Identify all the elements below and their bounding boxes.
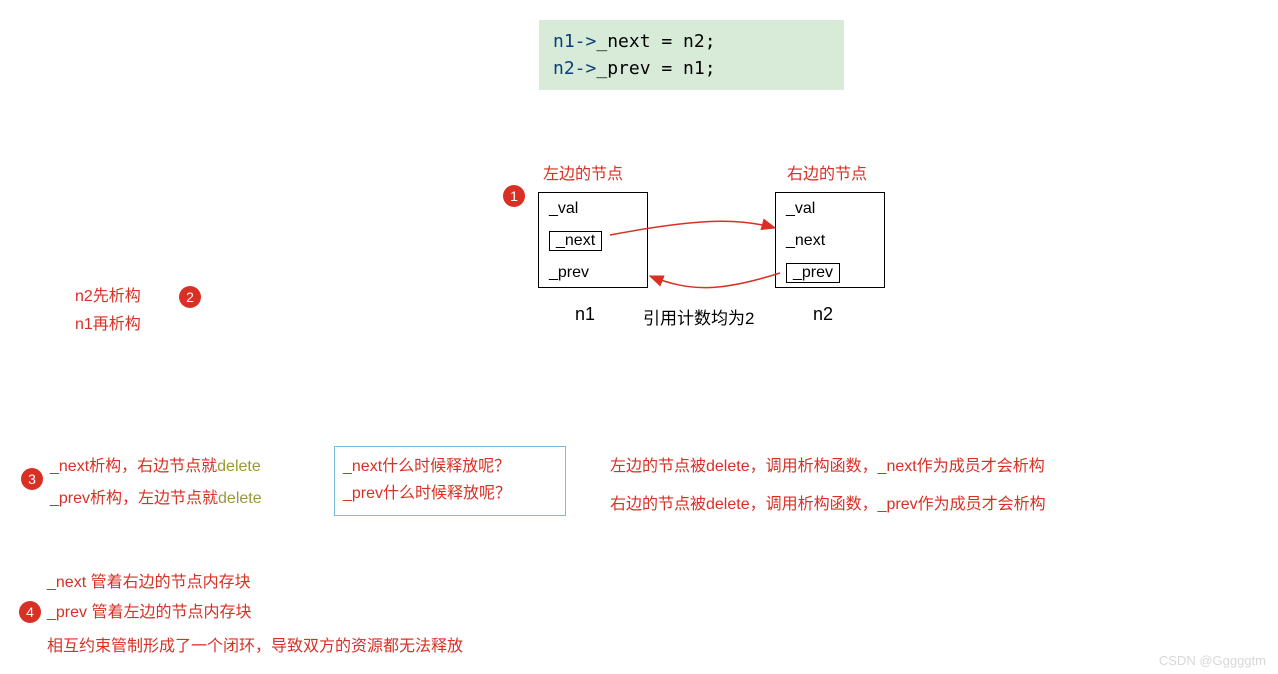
left-node-title: 左边的节点	[543, 160, 623, 184]
destruct-n2: n2先析构	[75, 282, 141, 306]
question-a: _next什么时候释放呢？	[343, 453, 557, 480]
n1-prev: _prev	[549, 264, 589, 282]
n2-prev: _prev	[786, 263, 840, 283]
watermark: CSDN @Gggggtm	[1159, 653, 1266, 668]
row3-right-b: 右边的节点被delete，调用析构函数，_prev作为成员才会析构	[610, 490, 1046, 514]
n1-val: _val	[549, 200, 578, 218]
node-n2: _val _next _prev	[775, 192, 885, 288]
n2-next: _next	[786, 232, 825, 250]
badge-3: 3	[21, 468, 43, 490]
code-snippet: n1->_next = n2; n2->_prev = n1;	[539, 20, 844, 90]
code-line1-b: _next = n2;	[596, 31, 715, 52]
code-line2-b: _prev = n1;	[596, 58, 715, 79]
n2-val: _val	[786, 200, 815, 218]
row3-left-a: _next析构，右边节点就delete	[50, 452, 261, 476]
badge-1: 1	[503, 185, 525, 207]
code-line1-a: n1->	[553, 31, 596, 52]
row4-b: _prev 管着左边的节点内存块	[47, 598, 251, 622]
label-n1: n1	[575, 304, 595, 325]
ref-count-label: 引用计数均为2	[643, 304, 754, 329]
question-box: _next什么时候释放呢？ _prev什么时候释放呢？	[334, 446, 566, 516]
n1-next: _next	[549, 231, 602, 251]
question-b: _prev什么时候释放呢？	[343, 480, 557, 507]
code-line2-a: n2->	[553, 58, 596, 79]
badge-2: 2	[179, 286, 201, 308]
badge-4: 4	[19, 601, 41, 623]
row4-a: _next 管着右边的节点内存块	[47, 568, 251, 592]
row3-right-a: 左边的节点被delete，调用析构函数，_next作为成员才会析构	[610, 452, 1045, 476]
node-n1: _val _next _prev	[538, 192, 648, 288]
row4-c: 相互约束管制形成了一个闭环，导致双方的资源都无法释放	[47, 632, 463, 656]
row3-left-b: _prev析构，左边节点就delete	[50, 484, 262, 508]
destruct-n1: n1再析构	[75, 310, 141, 334]
label-n2: n2	[813, 304, 833, 325]
right-node-title: 右边的节点	[787, 160, 867, 184]
